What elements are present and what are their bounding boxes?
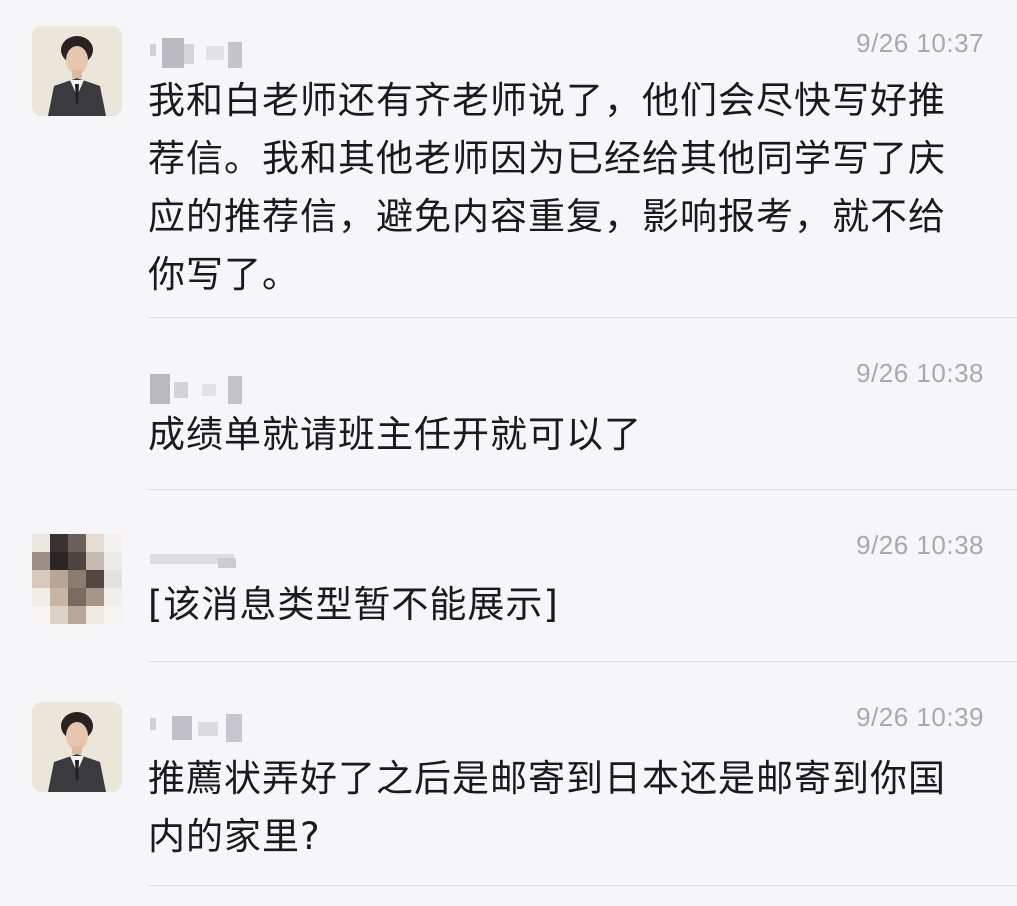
message-text: 推薦状弄好了之后是邮寄到日本还是邮寄到你国内的家里? (148, 757, 946, 858)
chat-message-3[interactable]: 9/26 10:38 [该消息类型暂不能展示] (0, 490, 1017, 662)
name-mosaic (150, 366, 270, 406)
message-timestamp: 9/26 10:39 (856, 702, 984, 732)
message-timestamp: 9/26 10:38 (856, 358, 984, 388)
chat-message-4[interactable]: 9/26 10:39 推薦状弄好了之后是邮寄到日本还是邮寄到你国内的家里? (0, 662, 1017, 906)
message-text: [该消息类型暂不能展示] (148, 583, 559, 626)
message-text: 我和白老师还有齐老师说了，他们会尽快写好推荐信。我和其他老师因为已经给其他同学写… (148, 79, 946, 296)
message-timestamp: 9/26 10:37 (856, 28, 984, 58)
message-divider (148, 885, 1017, 886)
chat-history: 9/26 10:37 我和白老师还有齐老师说了，他们会尽快写好推荐信。我和其他老… (0, 0, 1017, 906)
name-mosaic (150, 34, 270, 74)
name-mosaic (150, 708, 270, 748)
message-timestamp: 9/26 10:38 (856, 530, 984, 560)
teacher-avatar[interactable] (32, 26, 122, 116)
pixelated-avatar[interactable] (32, 534, 122, 624)
chat-message-2[interactable]: 9/26 10:38 成绩单就请班主任开就可以了 (0, 318, 1017, 490)
message-text: 成绩单就请班主任开就可以了 (148, 413, 642, 456)
chat-message-1[interactable]: 9/26 10:37 我和白老师还有齐老师说了，他们会尽快写好推荐信。我和其他老… (0, 0, 1017, 318)
teacher-avatar[interactable] (32, 702, 122, 792)
